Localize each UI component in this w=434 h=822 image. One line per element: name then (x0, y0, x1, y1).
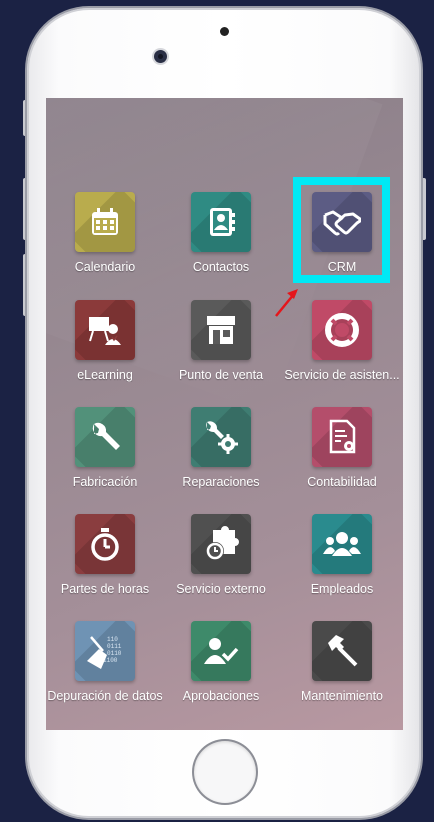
app-label: Reparaciones (182, 475, 260, 489)
app-label: Punto de venta (178, 368, 264, 382)
wrench-gear-icon (191, 407, 251, 467)
app-mantenimiento[interactable]: Mantenimiento (283, 621, 401, 721)
pointer-arrow-icon (275, 289, 298, 317)
svg-text:110: 110 (107, 636, 118, 643)
svg-text:0111: 0111 (107, 643, 122, 650)
app-calendario[interactable]: Calendario (46, 192, 164, 292)
app-punto-de-venta[interactable]: Punto de venta (162, 300, 280, 400)
power-button (421, 178, 426, 240)
life-ring-icon (312, 300, 372, 360)
app-partes-de-horas[interactable]: Partes de horas (46, 514, 164, 614)
store-icon (191, 300, 251, 360)
app-label: eLearning (77, 368, 133, 382)
app-empleados[interactable]: Empleados (283, 514, 401, 614)
app-label: Fabricación (72, 475, 138, 489)
svg-text:0110: 0110 (107, 650, 122, 657)
front-sensor (220, 27, 229, 36)
app-fabricacion[interactable]: Fabricación (46, 407, 164, 507)
invoice-gear-icon (312, 407, 372, 467)
wrench-icon (75, 407, 135, 467)
app-elearning[interactable]: eLearning (46, 300, 164, 400)
app-label: Contabilidad (307, 475, 377, 489)
teacher-board-icon (75, 300, 135, 360)
app-label: Aprobaciones (182, 689, 260, 703)
app-label: Contactos (192, 260, 250, 274)
app-depuracion-de-datos[interactable]: 110 0111 0110 1100 Depuración de datos (46, 621, 164, 721)
puzzle-clock-icon (191, 514, 251, 574)
app-aprobaciones[interactable]: Aprobaciones (162, 621, 280, 721)
hammer-icon (312, 621, 372, 681)
app-label: Servicio de asisten... (284, 368, 400, 382)
app-label: Partes de horas (60, 582, 150, 596)
app-contactos[interactable]: Contactos (162, 192, 280, 292)
users-icon (312, 514, 372, 574)
stopwatch-icon (75, 514, 135, 574)
app-label: Empleados (310, 582, 374, 596)
app-contabilidad[interactable]: Contabilidad (283, 407, 401, 507)
contact-book-icon (191, 192, 251, 252)
home-button[interactable] (194, 741, 256, 803)
app-label: Depuración de datos (47, 689, 163, 703)
calendar-icon (75, 192, 135, 252)
broom-binary-icon: 110 0111 0110 1100 (75, 621, 135, 681)
app-reparaciones[interactable]: Reparaciones (162, 407, 280, 507)
app-label: Servicio externo (176, 582, 266, 596)
app-label: Mantenimiento (301, 689, 383, 703)
app-label: Calendario (74, 260, 136, 274)
front-camera (154, 50, 167, 63)
user-check-icon (191, 621, 251, 681)
app-servicio-externo[interactable]: Servicio externo (162, 514, 280, 614)
